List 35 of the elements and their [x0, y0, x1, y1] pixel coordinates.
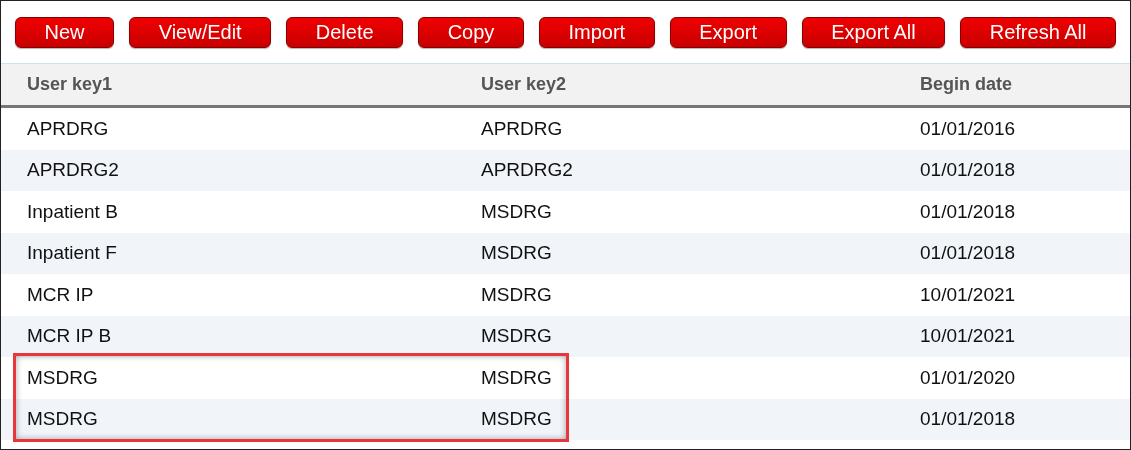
table-cell-text: MSDRG	[26, 408, 99, 431]
table-cell-text: MCR IP	[26, 283, 95, 306]
table-cell-text: Inpatient F	[26, 242, 118, 265]
table-cell-text: MSDRG	[480, 325, 553, 348]
table-cell-text: MSDRG	[480, 242, 553, 265]
table-cell-text: MSDRG	[480, 283, 553, 306]
table-cell-text: 01/01/2016	[919, 117, 1017, 140]
table-cell-text: 01/01/2018	[919, 242, 1017, 265]
toolbar-button[interactable]: Export All	[801, 16, 946, 48]
toolbar-button[interactable]: View/Edit	[129, 16, 272, 48]
toolbar-button[interactable]: Copy	[418, 16, 524, 48]
table-cell-text: MSDRG	[480, 366, 553, 389]
toolbar-button[interactable]: Refresh All	[960, 16, 1116, 48]
table-cell-text: APRDRG2	[480, 159, 574, 182]
table-cell-text: 01/01/2018	[919, 200, 1017, 223]
table-cell-text: MSDRG	[26, 366, 99, 389]
table-cell-text: MSDRG	[480, 408, 553, 431]
column-header[interactable]: User key1	[1, 74, 455, 95]
table-cell-text: MCR IP B	[26, 325, 113, 348]
toolbar-button[interactable]: Export	[669, 16, 787, 48]
table-cell-text: 10/01/2021	[919, 283, 1017, 306]
table-cell-text: 01/01/2020	[919, 366, 1017, 389]
table-cell-text: APRDRG	[480, 117, 564, 140]
table-cell-text: 10/01/2021	[919, 325, 1017, 348]
toolbar-button[interactable]: New	[15, 16, 115, 48]
column-header[interactable]: Begin date	[894, 74, 1130, 95]
table-cell-text: APRDRG	[26, 117, 110, 140]
toolbar-button[interactable]: Delete	[286, 16, 404, 48]
toolbar-button[interactable]: Import	[538, 16, 655, 48]
table-cell-text: MSDRG	[480, 200, 553, 223]
table-cell-text: APRDRG2	[26, 159, 120, 182]
table-cell-text: Inpatient B	[26, 200, 119, 223]
column-header[interactable]: User key2	[455, 74, 894, 95]
table-cell-text: 01/01/2018	[919, 408, 1017, 431]
table-cell-text: 01/01/2018	[919, 159, 1017, 182]
